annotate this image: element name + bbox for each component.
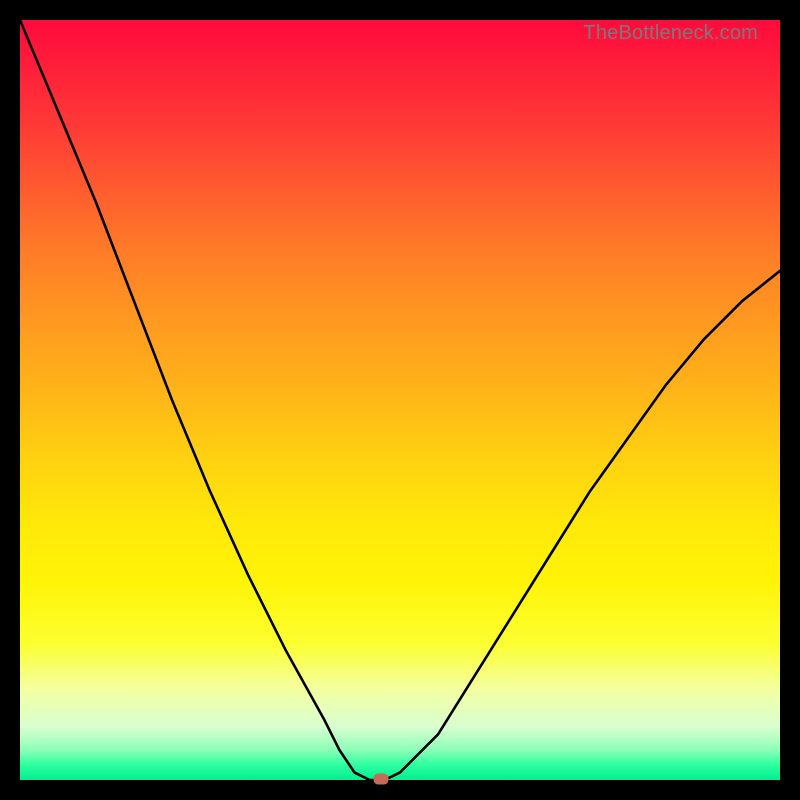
watermark-text: TheBottleneck.com (583, 22, 758, 45)
chart-frame: TheBottleneck.com (0, 0, 800, 800)
bottleneck-curve (20, 20, 780, 780)
curve-path (20, 20, 780, 780)
plot-area: TheBottleneck.com (20, 20, 780, 780)
optimum-marker (374, 774, 388, 784)
